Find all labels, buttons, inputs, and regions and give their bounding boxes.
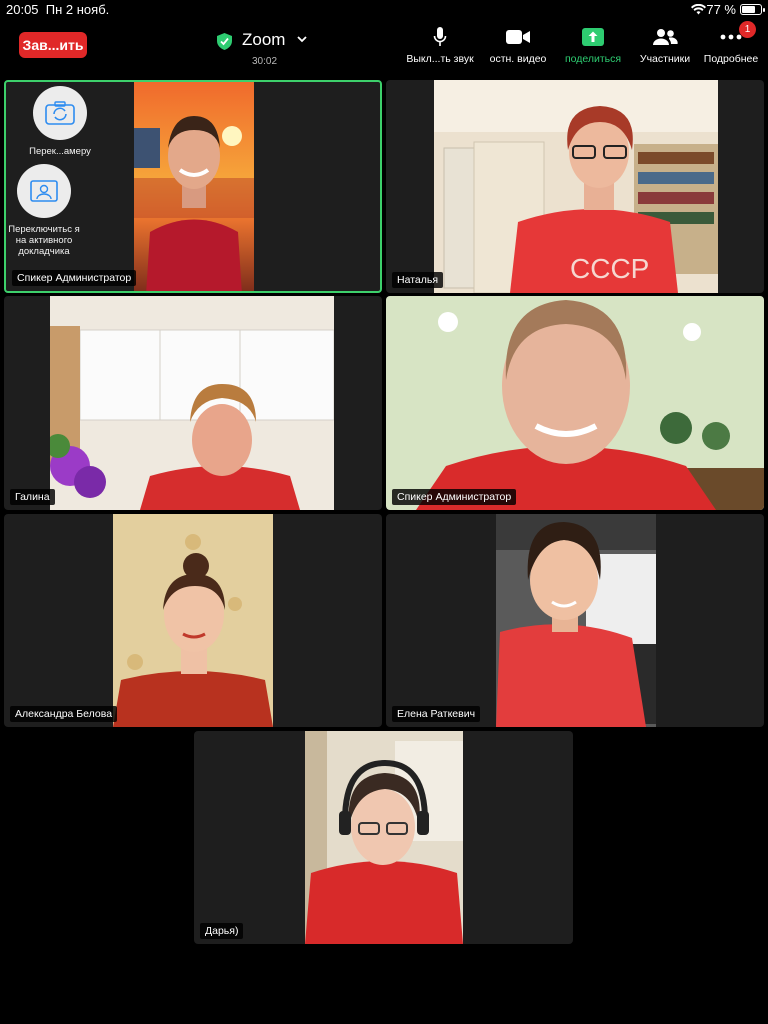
video-tile[interactable]: Александра Белова — [4, 514, 382, 727]
status-bar: 20:05 Пн 2 нояб. 77 % — [0, 0, 768, 20]
video-tile[interactable]: Галина — [4, 296, 382, 510]
chevron-down-icon — [297, 32, 307, 46]
mute-label: Выкл...ть звук — [406, 53, 474, 65]
more-label: Подробнее — [703, 53, 759, 65]
video-tile[interactable]: CCCP Наталья — [386, 80, 764, 293]
share-label: поделиться — [564, 53, 622, 65]
shirt-lettering: CCCP — [570, 253, 649, 284]
participant-video — [496, 514, 656, 727]
app-title: Zoom — [242, 30, 286, 49]
participant-name: Дарья) — [200, 923, 244, 939]
video-tile[interactable]: Спикер Администратор — [386, 296, 764, 510]
participant-video — [113, 514, 273, 727]
microphone-icon — [404, 26, 476, 48]
speaker-view-icon — [17, 164, 71, 218]
participant-name: Александра Белова — [10, 706, 118, 722]
mute-button[interactable]: Выкл...ть звук — [404, 26, 476, 68]
video-frame: CCCP — [434, 80, 718, 293]
video-frame — [113, 514, 273, 727]
meeting-toolbar: Зав...ить Zoom 30:02 Выкл...ть звук остн… — [0, 20, 768, 72]
participants-label: Участники — [639, 53, 691, 65]
switch-to-speaker-label: Переключитьс я на активного докладчика — [8, 224, 80, 257]
more-button[interactable]: 1 Подробнее — [700, 21, 762, 68]
meeting-timer: 30:02 — [252, 56, 278, 67]
video-camera-icon — [486, 26, 550, 48]
video-frame — [134, 82, 254, 291]
participant-video — [134, 82, 254, 291]
video-frame — [386, 296, 764, 510]
participant-video — [50, 296, 334, 510]
notification-badge: 1 — [739, 21, 756, 38]
participant-name: Спикер Администратор — [12, 270, 137, 286]
participant-video — [305, 731, 463, 944]
stop-video-label: остн. видео — [489, 53, 547, 65]
status-date: Пн 2 нояб. — [45, 2, 110, 17]
stop-video-button[interactable]: остн. видео — [486, 26, 550, 68]
switch-camera-button[interactable]: Перек...амеру — [10, 86, 110, 157]
shield-icon — [217, 33, 232, 55]
participant-name: Наталья — [392, 272, 444, 288]
participant-name: Елена Раткевич — [392, 706, 481, 722]
status-time: 20:05 Пн 2 нояб. — [6, 2, 110, 17]
participant-video: CCCP — [434, 80, 718, 293]
video-frame — [496, 514, 656, 727]
battery-percent: 77 % — [706, 2, 736, 17]
participants-button[interactable]: Участники — [635, 26, 695, 68]
video-tile[interactable]: Перек...амеру Переключитьс я на активног… — [4, 80, 382, 293]
share-button[interactable]: поделиться — [560, 26, 626, 68]
switch-to-speaker-button[interactable]: Переключитьс я на активного докладчика — [8, 164, 80, 257]
video-tile[interactable]: Елена Раткевич — [386, 514, 764, 727]
participant-name: Галина — [10, 489, 55, 505]
end-meeting-button[interactable]: Зав...ить — [19, 32, 87, 58]
participants-icon — [635, 26, 695, 48]
video-frame — [50, 296, 334, 510]
switch-camera-icon — [33, 86, 87, 140]
participant-video — [386, 296, 764, 510]
participant-name: Спикер Администратор — [392, 489, 517, 505]
video-tile[interactable]: Дарья) — [194, 731, 573, 944]
video-frame — [305, 731, 463, 944]
switch-camera-label: Перек...амеру — [29, 146, 91, 157]
share-screen-icon — [560, 26, 626, 48]
wifi-icon — [691, 3, 706, 18]
battery-icon — [740, 4, 765, 15]
